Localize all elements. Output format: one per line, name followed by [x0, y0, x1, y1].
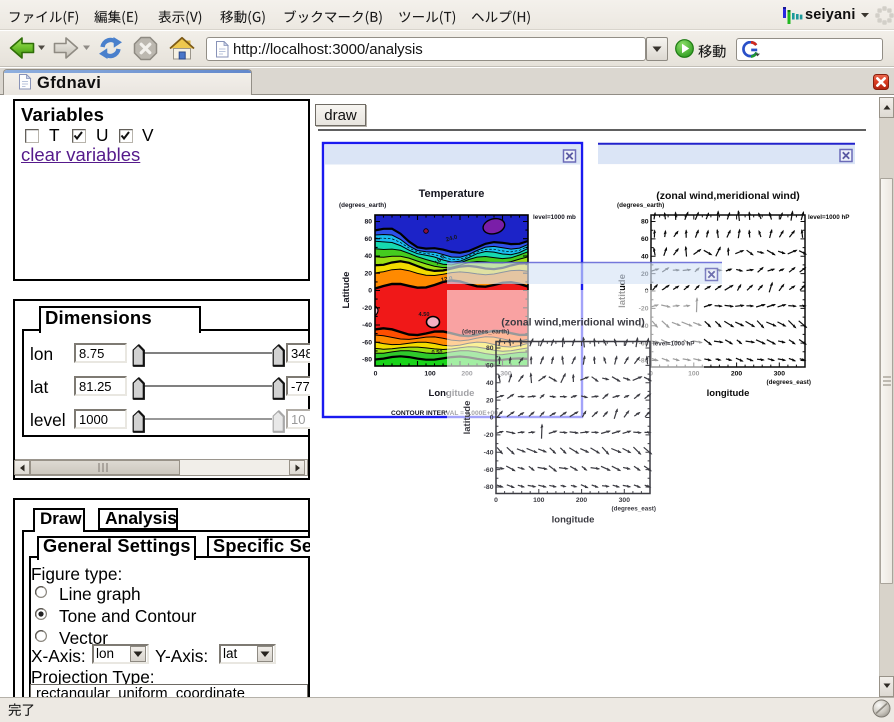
svg-text:longitude: longitude — [707, 388, 750, 399]
svg-text:-60: -60 — [362, 339, 372, 346]
svg-text:200: 200 — [731, 371, 743, 378]
svg-text:(degrees_east): (degrees_east) — [767, 379, 811, 386]
svg-text:4.50: 4.50 — [419, 312, 430, 318]
svg-text:200: 200 — [576, 497, 588, 504]
svg-text:Temperature: Temperature — [419, 188, 485, 200]
svg-text:0: 0 — [490, 415, 494, 422]
svg-text:300: 300 — [619, 497, 631, 504]
svg-text:longitude: longitude — [552, 515, 595, 526]
svg-text:Latitude: Latitude — [341, 272, 352, 309]
svg-text:-80: -80 — [362, 357, 372, 364]
svg-text:level=1000 hP: level=1000 hP — [653, 341, 695, 348]
svg-text:0: 0 — [494, 497, 498, 504]
svg-text:-40: -40 — [484, 449, 494, 456]
svg-text:60: 60 — [364, 236, 372, 243]
svg-text:(zonal wind,meridional wind): (zonal wind,meridional wind) — [501, 317, 645, 329]
svg-text:40: 40 — [364, 253, 372, 260]
svg-text:80: 80 — [486, 345, 494, 352]
svg-text:0: 0 — [368, 288, 372, 295]
svg-text:(degrees_east): (degrees_east) — [612, 506, 656, 513]
svg-text:-40: -40 — [362, 322, 372, 329]
svg-text:(degrees_earth): (degrees_earth) — [617, 202, 664, 209]
svg-text:20: 20 — [486, 397, 494, 404]
svg-text:40: 40 — [486, 380, 494, 387]
svg-text:60: 60 — [486, 363, 494, 370]
svg-text:level=1000 mb: level=1000 mb — [533, 214, 576, 221]
svg-text:latitude: latitude — [462, 401, 473, 435]
svg-text:(degrees_earth): (degrees_earth) — [462, 329, 509, 336]
svg-text:0.50: 0.50 — [432, 350, 443, 356]
svg-text:(degrees_earth): (degrees_earth) — [339, 202, 386, 209]
svg-text:-20: -20 — [362, 305, 372, 312]
svg-text:40: 40 — [641, 253, 649, 260]
svg-text:level=1000 hP: level=1000 hP — [808, 214, 850, 221]
svg-text:0: 0 — [374, 371, 378, 378]
svg-text:20: 20 — [364, 270, 372, 277]
svg-text:-80: -80 — [484, 484, 494, 491]
svg-text:(zonal wind,meridional wind): (zonal wind,meridional wind) — [656, 190, 800, 202]
svg-text:-20: -20 — [484, 432, 494, 439]
svg-text:300: 300 — [774, 371, 786, 378]
svg-text:80: 80 — [641, 219, 649, 226]
svg-text:-60: -60 — [484, 467, 494, 474]
svg-text:80: 80 — [364, 219, 372, 226]
svg-text:100: 100 — [424, 371, 436, 378]
svg-text:100: 100 — [533, 497, 545, 504]
svg-text:60: 60 — [641, 236, 649, 243]
